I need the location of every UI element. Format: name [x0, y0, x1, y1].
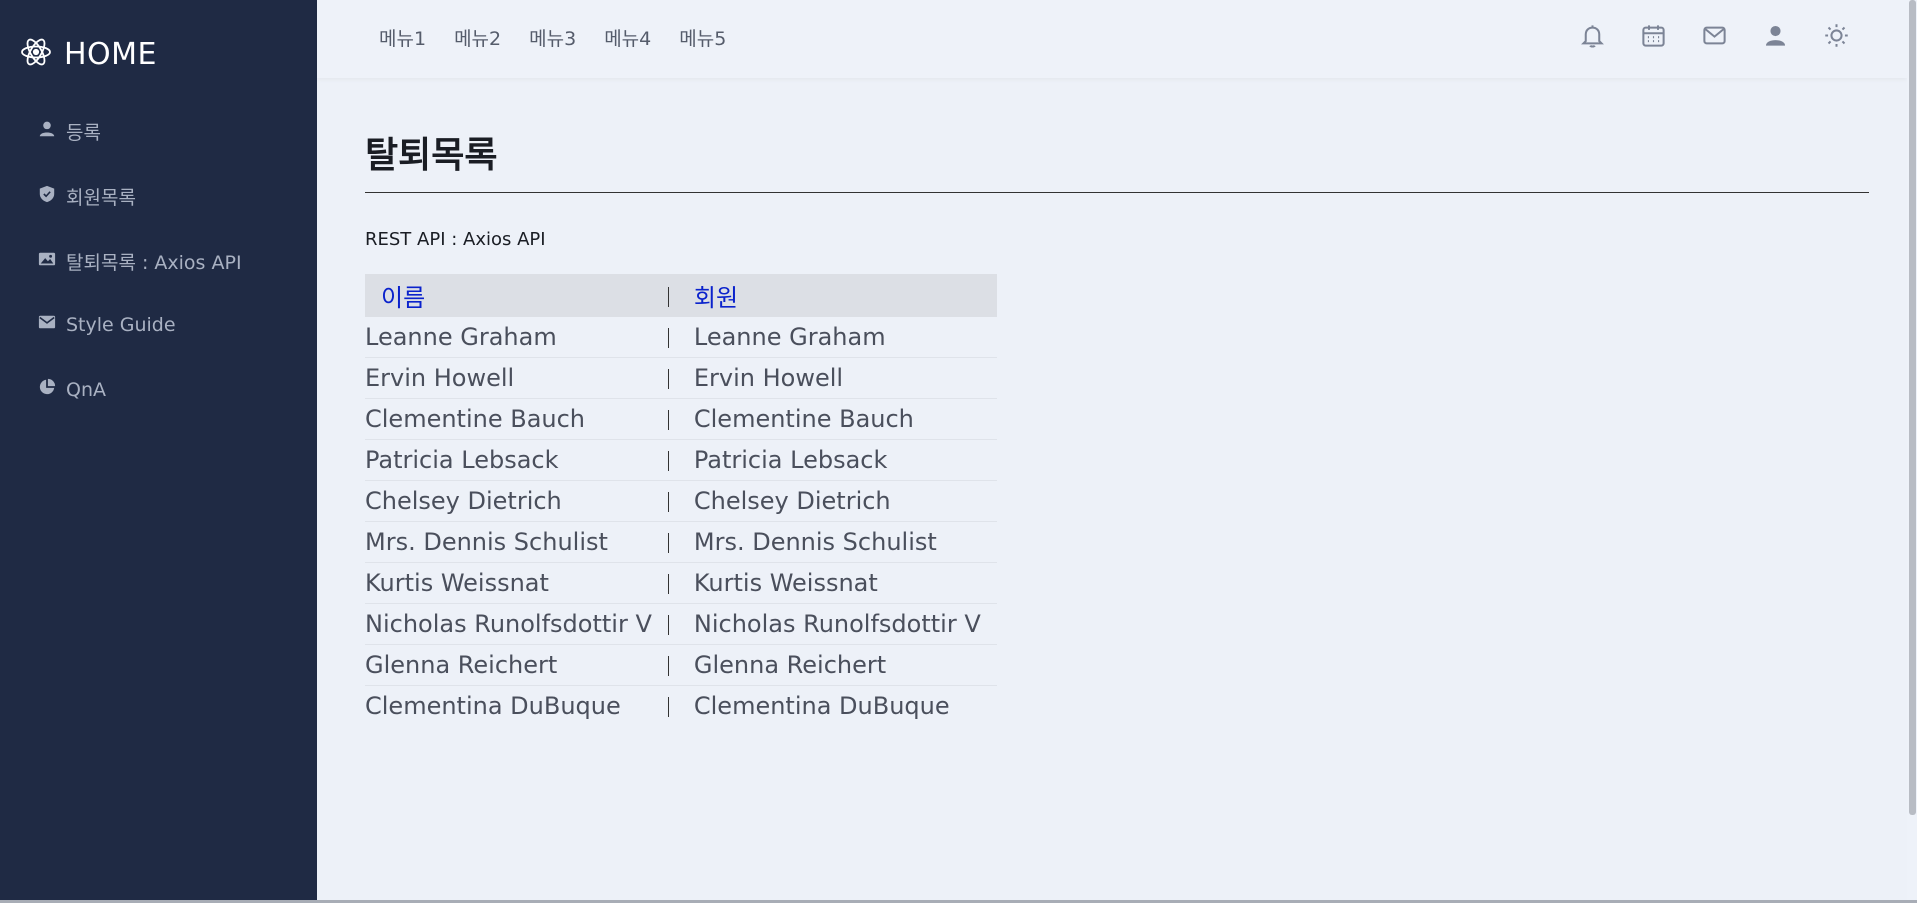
user-icon [38, 120, 56, 143]
column-separator [667, 686, 678, 727]
scrollbar-thumb[interactable] [1909, 0, 1916, 815]
cell-name: Ervin Howell [365, 357, 668, 399]
table-row: Clementine Bauch Clementine Bauch [365, 398, 997, 440]
column-separator [667, 317, 678, 358]
sidebar-item-label: Style Guide [66, 313, 176, 336]
page-title: 탈퇴목록 [365, 126, 1869, 193]
column-header-name[interactable]: 이름 [365, 274, 668, 317]
bell-icon[interactable] [1579, 22, 1606, 49]
sidebar-item-label: 회원목록 [66, 187, 136, 209]
top-menu-item-4[interactable]: 메뉴4 [604, 24, 651, 51]
cell-member: Nicholas Runolfsdottir V [677, 603, 997, 645]
table-row: Nicholas Runolfsdottir V Nicholas Runolfs… [365, 603, 997, 645]
withdrawn-table: 이름 회원 Leanne Graham Leanne Graham Ervin Ho… [365, 274, 997, 726]
home-link[interactable]: HOME [20, 36, 157, 72]
column-separator [667, 480, 678, 522]
column-header-member[interactable]: 회원 [677, 274, 997, 317]
top-header: 메뉴1 메뉴2 메뉴3 메뉴4 메뉴5 [317, 0, 1907, 78]
column-separator [667, 521, 678, 563]
sun-icon[interactable] [1823, 22, 1850, 49]
table-row: Clementina DuBuque Clementina DuBuque [365, 686, 997, 727]
cell-member: Patricia Lebsack [677, 439, 997, 481]
cell-member: Kurtis Weissnat [677, 562, 997, 604]
top-icon-group [1579, 22, 1850, 49]
cell-name: Kurtis Weissnat [365, 562, 668, 604]
atom-icon [20, 36, 52, 72]
cell-name: Leanne Graham [365, 317, 668, 358]
pie-chart-icon [38, 378, 56, 401]
table-row: Leanne Graham Leanne Graham [365, 317, 997, 358]
table-header-row: 이름 회원 [365, 274, 997, 317]
cell-member: Chelsey Dietrich [677, 480, 997, 522]
user-icon[interactable] [1762, 22, 1789, 49]
cell-name: Clementine Bauch [365, 398, 668, 440]
cell-name: Clementina DuBuque [365, 692, 621, 720]
sidebar: HOME 등록 회원목록 탈퇴목록 : Axios API Style Guid [0, 0, 317, 903]
cell-member: Ervin Howell [677, 357, 997, 399]
cell-name: Patricia Lebsack [365, 439, 668, 481]
cell-member: Clementine Bauch [677, 398, 997, 440]
table-row: Kurtis Weissnat Kurtis Weissnat [365, 562, 997, 604]
sidebar-item-label: QnA [66, 378, 106, 401]
cell-name: Glenna Reichert [365, 644, 668, 686]
sidebar-item-label: 등록 [66, 122, 101, 144]
table-row: Mrs. Dennis Schulist Mrs. Dennis Schulist [365, 521, 997, 563]
column-separator [667, 603, 678, 645]
cell-name: Chelsey Dietrich [365, 480, 668, 522]
top-menu-item-5[interactable]: 메뉴5 [679, 24, 726, 51]
column-separator [667, 644, 678, 686]
api-label: REST API : Axios API [365, 229, 546, 250]
top-menu-item-3[interactable]: 메뉴3 [529, 24, 576, 51]
cell-name: Mrs. Dennis Schulist [365, 521, 668, 563]
sidebar-item-label: 탈퇴목록 : Axios API [66, 252, 242, 274]
top-menu-item-2[interactable]: 메뉴2 [454, 24, 501, 51]
mail-icon [38, 313, 56, 336]
sidebar-item-style-guide[interactable]: Style Guide [38, 313, 176, 336]
table-row: Patricia Lebsack Patricia Lebsack [365, 439, 997, 481]
shield-icon [38, 185, 56, 208]
cell-member: Mrs. Dennis Schulist [677, 521, 997, 563]
table-row: Chelsey Dietrich Chelsey Dietrich [365, 480, 997, 522]
cell-member: Clementina DuBuque [693, 692, 950, 720]
column-separator [667, 439, 678, 481]
sidebar-item-qna[interactable]: QnA [38, 378, 106, 401]
cell-member: Leanne Graham [677, 317, 997, 358]
vertical-scrollbar[interactable] [1907, 0, 1917, 903]
mail-icon[interactable] [1701, 22, 1728, 49]
table-body: Leanne Graham Leanne Graham Ervin Howell Er… [365, 317, 997, 726]
calendar-icon[interactable] [1640, 22, 1667, 49]
table-row: Ervin Howell Ervin Howell [365, 357, 997, 399]
main-content: 탈퇴목록 REST API : Axios API 이름 회원 Leanne G… [365, 78, 1869, 726]
column-separator [667, 274, 678, 317]
top-menu-item-1[interactable]: 메뉴1 [379, 24, 426, 51]
app-root: HOME 등록 회원목록 탈퇴목록 : Axios API Style Guid [0, 0, 1917, 903]
table-row: Glenna Reichert Glenna Reichert [365, 644, 997, 686]
column-separator [667, 357, 678, 399]
sidebar-item-register[interactable]: 등록 [38, 118, 101, 145]
brand-title: HOME [64, 36, 158, 72]
top-menu: 메뉴1 메뉴2 메뉴3 메뉴4 메뉴5 [379, 24, 726, 51]
cell-name: Nicholas Runolfsdottir V [365, 603, 668, 645]
column-separator [667, 398, 678, 440]
sidebar-item-members[interactable]: 회원목록 [38, 183, 136, 210]
cell-member: Glenna Reichert [677, 644, 997, 686]
column-separator [667, 562, 678, 604]
image-icon [38, 250, 56, 273]
sidebar-item-withdrawn[interactable]: 탈퇴목록 : Axios API [38, 248, 242, 275]
